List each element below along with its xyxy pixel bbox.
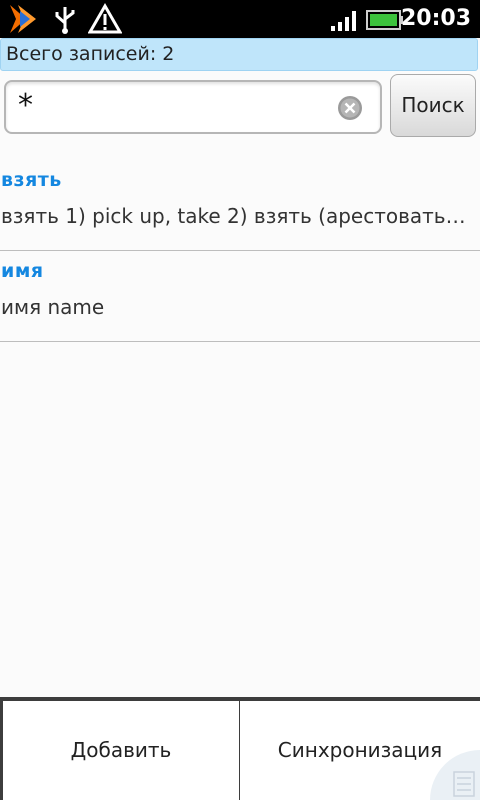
list-item-description: имя name — [1, 295, 105, 319]
search-input[interactable]: * — [4, 80, 382, 134]
record-count-bar: Всего записей: 2 — [0, 38, 478, 71]
add-button[interactable]: Добавить — [3, 701, 239, 800]
record-count-label: Всего записей: 2 — [6, 43, 175, 65]
signal-icon — [331, 11, 356, 31]
app-arrow-icon — [10, 5, 36, 33]
search-input-value: * — [18, 88, 33, 123]
list-item[interactable]: имя имя name — [0, 251, 480, 342]
list-item[interactable]: взять взять 1) pick up, take 2) взять (а… — [0, 160, 480, 251]
list-item-word: взять — [1, 169, 62, 191]
corner-decoration-icon — [430, 750, 480, 800]
search-button[interactable]: Поиск — [390, 74, 476, 137]
list-item-word: имя — [1, 260, 44, 282]
status-bar: 20:03 — [0, 0, 480, 38]
results-list: взять взять 1) pick up, take 2) взять (а… — [0, 160, 480, 342]
clear-icon[interactable] — [337, 95, 363, 121]
usb-icon — [55, 7, 75, 34]
clock: 20:03 — [400, 6, 471, 31]
bottom-action-bar: Добавить Синхронизация — [0, 697, 480, 800]
warning-icon — [88, 3, 122, 34]
battery-icon — [366, 10, 403, 30]
list-item-description: взять 1) pick up, take 2) взять (арестов… — [1, 204, 473, 228]
